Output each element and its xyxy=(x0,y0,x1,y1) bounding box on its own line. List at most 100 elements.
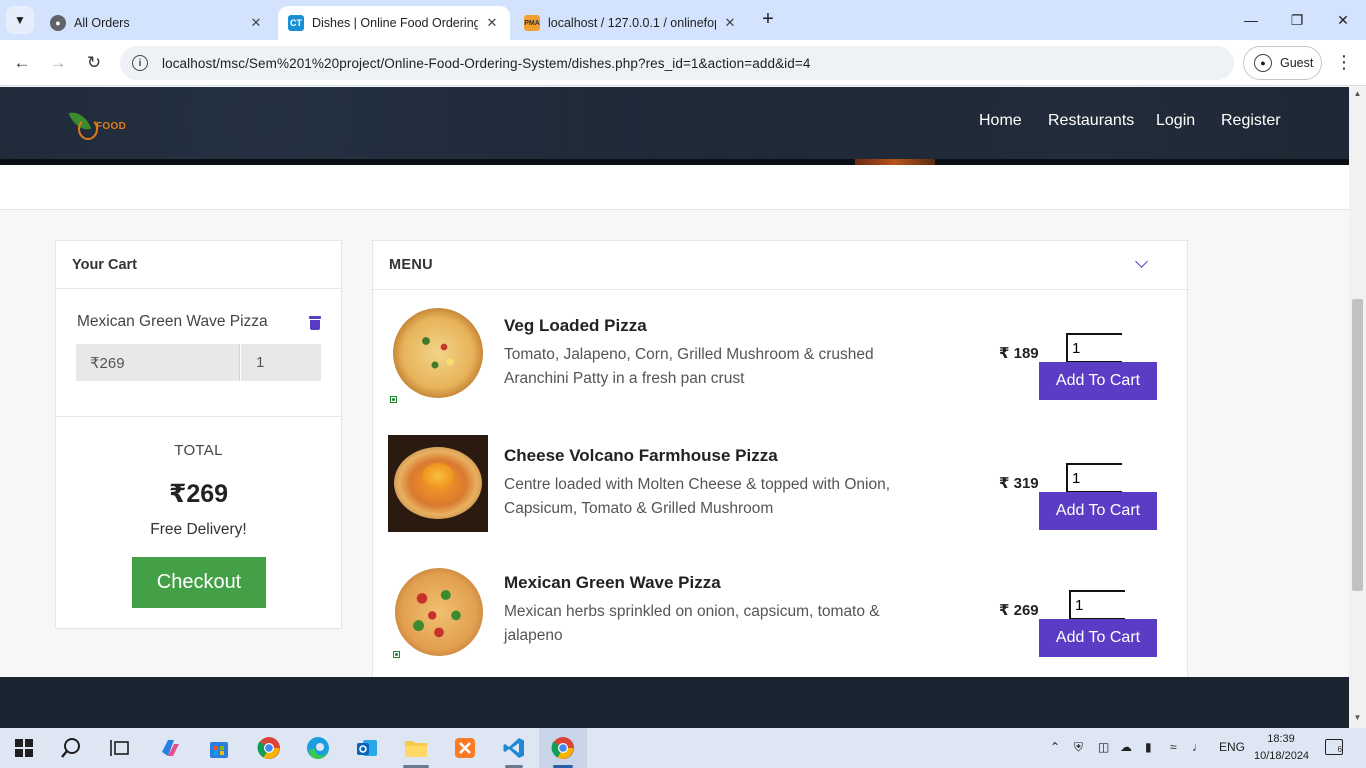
cart-panel: Your Cart Mexican Green Wave Pizza ₹269 … xyxy=(55,240,342,629)
dish-price: ₹ 319 xyxy=(999,475,1039,492)
profile-icon: ● xyxy=(1254,54,1272,72)
veg-icon xyxy=(390,396,397,403)
tab-title: All Orders xyxy=(74,16,130,30)
system-clock[interactable]: 18:39 10/18/2024 xyxy=(1254,731,1310,765)
add-to-cart-button[interactable]: Add To Cart xyxy=(1039,492,1157,530)
notification-count: 6 xyxy=(1337,745,1342,754)
site-logo[interactable]: FOOD xyxy=(68,107,128,142)
restore-button[interactable]: ❐ xyxy=(1274,0,1320,40)
nav-login[interactable]: Login xyxy=(1156,112,1195,130)
windows-start-icon[interactable] xyxy=(10,734,38,762)
cart-item-price: ₹269 xyxy=(76,344,240,381)
nav-home[interactable]: Home xyxy=(979,112,1022,130)
cloud-icon[interactable]: ☁ xyxy=(1120,740,1132,754)
page-viewport: FOOD Home Restaurants Login Register You… xyxy=(0,87,1349,728)
clock-time: 18:39 xyxy=(1267,733,1295,745)
close-tab-icon[interactable]: ✕ xyxy=(484,15,500,31)
close-window-button[interactable]: ✕ xyxy=(1320,0,1366,40)
dish-description: Centre loaded with Molten Cheese & toppe… xyxy=(504,476,891,517)
clock-date: 10/18/2024 xyxy=(1254,750,1310,762)
menu-heading: MENU xyxy=(389,257,433,273)
outlook-icon[interactable] xyxy=(353,734,381,762)
language-indicator[interactable]: ENG xyxy=(1219,740,1245,754)
quantity-input[interactable] xyxy=(1066,333,1122,363)
volume-icon[interactable]: ♩ xyxy=(1192,740,1204,754)
tab-title: localhost / 127.0.0.1 / onlinefop xyxy=(548,16,716,30)
address-bar[interactable]: i localhost/msc/Sem%201%20project/Online… xyxy=(120,46,1234,80)
chevron-up-icon[interactable]: ⌃ xyxy=(1050,740,1060,754)
quantity-input[interactable] xyxy=(1066,463,1122,493)
notification-icon[interactable]: 6 xyxy=(1325,739,1343,755)
windows-taskbar: ⌃ ⛨ ◫ ☁ ▮ ≈ ♩ ENG 18:39 10/18/2024 6 xyxy=(0,728,1366,768)
copilot-icon[interactable] xyxy=(156,734,184,762)
logo-ring xyxy=(78,118,98,140)
chevron-down-icon: ▼ xyxy=(14,13,26,27)
cart-item: Mexican Green Wave Pizza ₹269 1 xyxy=(56,289,341,417)
total-amount: ₹269 xyxy=(168,480,229,508)
microsoft-store-icon[interactable] xyxy=(205,734,233,762)
trash-icon[interactable] xyxy=(309,316,321,330)
back-button[interactable]: ← xyxy=(10,51,34,75)
checkout-button[interactable]: Checkout xyxy=(132,557,266,608)
dish-description: Mexican herbs sprinkled on onion, capsic… xyxy=(504,603,880,644)
pizza-toppings xyxy=(405,578,473,646)
reload-button[interactable]: ↻ xyxy=(82,51,106,75)
dish-price: ₹ 269 xyxy=(999,602,1039,619)
scroll-down-icon[interactable]: ▼ xyxy=(1349,713,1366,727)
url-text[interactable]: localhost/msc/Sem%201%20project/Online-F… xyxy=(162,56,810,71)
logo-text: FOOD xyxy=(96,121,127,132)
tab-search-button[interactable]: ▼ xyxy=(6,6,34,34)
profile-label: Guest xyxy=(1280,56,1314,70)
vscode-icon[interactable] xyxy=(500,734,528,762)
dish-row: Cheese Volcano Farmhouse Pizza Centre lo… xyxy=(373,430,1187,550)
dish-image xyxy=(388,563,488,663)
menu-panel: MENU Veg Loaded Pizza Tomato, Jalapeno, … xyxy=(372,240,1188,728)
wifi-icon[interactable]: ≈ xyxy=(1170,740,1177,754)
minimize-button[interactable]: — xyxy=(1228,0,1274,40)
reload-icon: ↻ xyxy=(86,53,102,72)
close-tab-icon[interactable]: ✕ xyxy=(722,15,738,31)
cheese-volcano xyxy=(422,463,454,489)
battery-icon[interactable]: ▮ xyxy=(1145,740,1152,754)
close-tab-icon[interactable]: ✕ xyxy=(248,15,264,31)
browser-menu-icon[interactable]: ⋮ xyxy=(1334,52,1354,74)
quantity-input[interactable] xyxy=(1069,590,1125,620)
cart-item-name: Mexican Green Wave Pizza xyxy=(77,313,268,330)
phpmyadmin-icon: PMA xyxy=(524,15,540,31)
search-icon[interactable] xyxy=(57,734,85,762)
edge-icon[interactable] xyxy=(304,734,332,762)
dish-row: Veg Loaded Pizza Tomato, Jalapeno, Corn,… xyxy=(373,300,1187,420)
chrome-active-icon[interactable] xyxy=(549,734,577,762)
page-scrollbar[interactable]: ▲ ▼ xyxy=(1349,87,1366,728)
dish-row: Mexican Green Wave Pizza Mexican herbs s… xyxy=(373,557,1187,677)
dish-title: Mexican Green Wave Pizza xyxy=(504,573,721,592)
delivery-note: Free Delivery! xyxy=(150,521,247,538)
chrome-icon[interactable] xyxy=(255,734,283,762)
cart-heading: Your Cart xyxy=(56,241,341,289)
scrollbar-thumb[interactable] xyxy=(1352,299,1363,591)
profile-button[interactable]: ● Guest xyxy=(1243,46,1322,80)
tab-all-orders[interactable]: ● All Orders ✕ xyxy=(40,6,274,40)
nav-register[interactable]: Register xyxy=(1221,112,1281,130)
dish-description: Tomato, Jalapeno, Corn, Grilled Mushroom… xyxy=(504,346,874,387)
tab-phpmyadmin[interactable]: PMA localhost / 127.0.0.1 / onlinefop ✕ xyxy=(514,6,748,40)
site-info-icon[interactable]: i xyxy=(132,55,148,71)
chevron-down-icon[interactable] xyxy=(1135,255,1148,268)
scroll-up-icon[interactable]: ▲ xyxy=(1349,89,1366,103)
xampp-icon[interactable] xyxy=(451,734,479,762)
add-to-cart-button[interactable]: Add To Cart xyxy=(1039,362,1157,400)
task-view-icon[interactable] xyxy=(106,734,134,762)
device-icon[interactable]: ◫ xyxy=(1098,740,1109,754)
nav-restaurants[interactable]: Restaurants xyxy=(1048,112,1134,130)
new-tab-button[interactable]: + xyxy=(758,9,778,29)
tab-title: Dishes | Online Food Ordering S xyxy=(312,16,478,30)
file-explorer-icon[interactable] xyxy=(402,734,430,762)
globe-icon: ● xyxy=(50,15,66,31)
forward-button[interactable]: → xyxy=(46,51,70,75)
veg-icon xyxy=(393,651,400,658)
security-shield-icon[interactable]: ⛨ xyxy=(1074,740,1083,755)
cart-item-qty: 1 xyxy=(241,344,321,381)
tab-dishes[interactable]: CT Dishes | Online Food Ordering S ✕ xyxy=(278,6,510,40)
menu-heading-bar[interactable]: MENU xyxy=(373,241,1187,290)
add-to-cart-button[interactable]: Add To Cart xyxy=(1039,619,1157,657)
